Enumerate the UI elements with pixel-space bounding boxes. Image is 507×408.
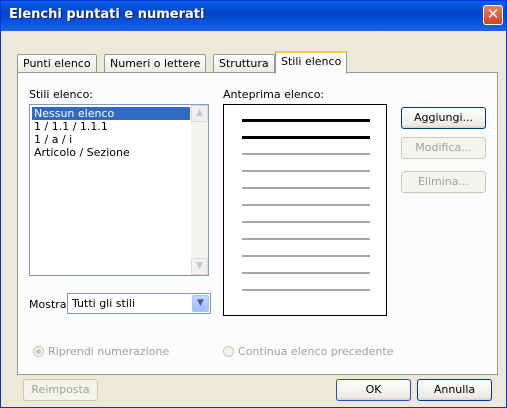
continue-list-radio[interactable]: Continua elenco precedente [223,345,393,358]
preview-line [242,289,370,291]
preview-line [242,119,370,122]
tab-bullets[interactable]: Punti elenco [17,54,97,72]
list-item[interactable]: 1 / a / i [32,133,74,146]
radio-indicator [33,346,44,357]
button-label: Modifica... [415,141,472,154]
preview-line [242,153,370,155]
close-icon: ✕ [486,5,500,23]
title-bar[interactable]: Elenchi puntati e numerati ✕ [1,1,506,31]
radio-indicator [223,346,234,357]
list-item[interactable]: 1 / 1.1 / 1.1.1 [32,120,110,133]
scroll-up-button[interactable]: ▲ [191,105,208,122]
preview-line [242,170,370,172]
window-title: Elenchi puntati e numerati [9,7,205,22]
preview-line [242,221,370,223]
preview-line [242,136,370,139]
tab-label: Stili elenco [281,55,342,68]
show-label: Mostra: [29,298,71,311]
styles-listbox[interactable]: Nessun elenco 1 / 1.1 / 1.1.1 1 / a / i … [29,104,209,276]
styles-list-label: Stili elenco: [29,88,94,101]
list-item[interactable]: Nessun elenco [32,107,190,120]
dialog-window: Elenchi puntati e numerati ✕ Punti elenc… [0,0,507,408]
scroll-down-button[interactable]: ▼ [191,258,208,275]
button-label: Aggiungi... [413,111,474,124]
preview-line [242,238,370,240]
dropdown-button[interactable]: ▼ [192,295,209,312]
tab-label: Numeri o lettere [110,57,201,70]
button-label: Elimina... [417,175,470,188]
list-item[interactable]: Articolo / Sezione [32,146,132,159]
preview-line [242,204,370,206]
tab-numbers[interactable]: Numeri o lettere [104,54,207,72]
reset-button[interactable]: Reimposta [23,379,98,401]
modify-button[interactable]: Modifica... [401,137,486,159]
restart-numbering-radio[interactable]: Riprendi numerazione [33,345,169,358]
delete-button[interactable]: Elimina... [401,171,486,193]
show-select[interactable]: Tutti gli stili ▼ [67,293,211,314]
tab-label: Punti elenco [23,57,91,70]
preview-label: Anteprima elenco: [223,88,325,101]
preview-line [242,187,370,189]
button-label: Reimposta [31,383,90,396]
tab-outline[interactable]: Struttura [213,54,275,72]
chevron-down-icon: ▼ [196,261,203,271]
add-button[interactable]: Aggiungi... [401,107,486,129]
close-button[interactable]: ✕ [483,5,503,25]
chevron-up-icon: ▲ [196,108,203,118]
button-label: Annulla [433,383,476,396]
radio-label: Continua elenco precedente [238,345,394,358]
cancel-button[interactable]: Annulla [417,379,492,401]
radio-label: Riprendi numerazione [48,345,170,358]
list-scrollbar[interactable]: ▲ ▼ [191,105,208,275]
preview-line [242,255,370,257]
chevron-down-icon: ▼ [197,298,204,308]
show-select-value: Tutti gli stili [72,297,136,310]
tab-label: Struttura [219,57,269,70]
ok-button[interactable]: OK [336,379,411,401]
preview-line [242,272,370,274]
tab-list-styles[interactable]: Stili elenco [275,51,348,74]
list-preview [223,104,387,316]
button-label: OK [365,383,382,396]
